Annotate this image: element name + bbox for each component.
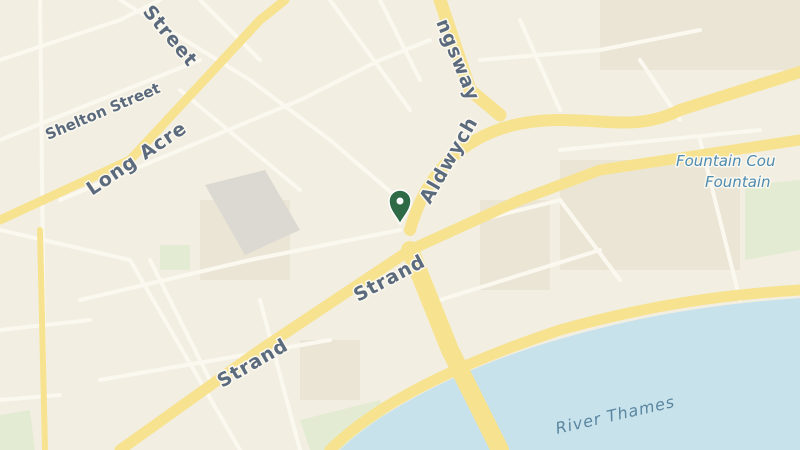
- fountain-court-label: Fountain Cou: [676, 152, 776, 170]
- map-view[interactable]: Long Acre Shelton Street Street ngsway A…: [0, 0, 800, 450]
- fountain-label: Fountain: [705, 173, 771, 191]
- map-canvas[interactable]: Long Acre Shelton Street Street ngsway A…: [0, 0, 800, 450]
